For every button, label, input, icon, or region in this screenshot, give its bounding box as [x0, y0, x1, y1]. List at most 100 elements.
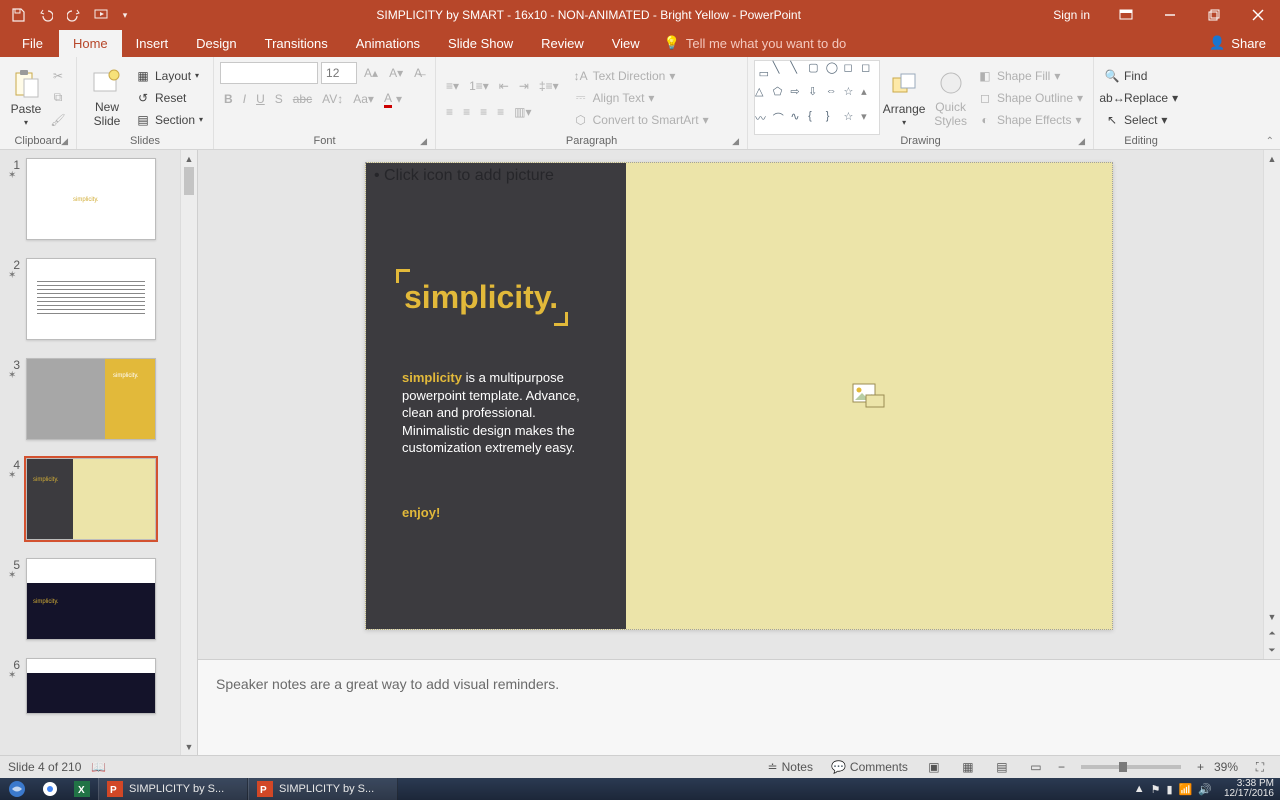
clear-formatting-button[interactable]: A̶ — [410, 62, 426, 84]
font-family-input[interactable] — [220, 62, 318, 84]
tab-view[interactable]: View — [598, 30, 654, 57]
insert-picture-icon[interactable] — [852, 383, 886, 409]
editor-scrollbar[interactable]: ▲ ▼ ⏶ ⏷ — [1263, 150, 1280, 659]
zoom-out-button[interactable]: − — [1058, 760, 1065, 774]
dialog-launcher-icon[interactable]: ◢ — [420, 136, 427, 147]
increase-indent-button[interactable]: ⇥ — [515, 75, 533, 97]
scroll-down-icon[interactable]: ▼ — [1264, 608, 1280, 625]
scroll-up-icon[interactable]: ▲ — [1264, 150, 1280, 167]
taskbar-app-2[interactable]: PSIMPLICITY by S... — [248, 778, 398, 800]
dialog-launcher-icon[interactable]: ◢ — [732, 136, 739, 147]
section-button[interactable]: ▤Section ▾ — [131, 109, 207, 131]
thumbnail-4[interactable]: 4✶ simplicity. — [8, 458, 193, 540]
cut-button[interactable]: ✂ — [46, 65, 70, 87]
shape-fill-button[interactable]: ◧Shape Fill ▾ — [973, 65, 1087, 87]
tab-insert[interactable]: Insert — [122, 30, 183, 57]
qat-customize-icon[interactable]: ▾ — [118, 3, 132, 27]
line-spacing-button[interactable]: ‡≡▾ — [535, 75, 563, 97]
char-spacing-button[interactable]: AV↕ — [318, 88, 347, 110]
underline-button[interactable]: U — [252, 88, 269, 110]
dialog-launcher-icon[interactable]: ◢ — [61, 136, 68, 147]
taskbar-excel-icon[interactable]: X — [66, 778, 98, 800]
convert-smartart-button[interactable]: ⬡Convert to SmartArt ▾ — [569, 109, 713, 131]
picture-placeholder[interactable] — [626, 163, 1112, 629]
slide-body-text[interactable]: simplicity is a multipurpose powerpoint … — [402, 369, 602, 457]
slide-counter[interactable]: Slide 4 of 210 — [8, 760, 81, 774]
fit-to-window-icon[interactable]: ⛶ — [1248, 758, 1272, 776]
dialog-launcher-icon[interactable]: ◢ — [1078, 136, 1085, 147]
tab-slideshow[interactable]: Slide Show — [434, 30, 527, 57]
notes-pane[interactable]: Speaker notes are a great way to add vis… — [198, 659, 1280, 755]
thumbnail-1[interactable]: 1✶ simplicity. — [8, 158, 193, 240]
align-left-button[interactable]: ≡ — [442, 101, 457, 123]
shape-outline-button[interactable]: ◻Shape Outline ▾ — [973, 87, 1087, 109]
scroll-up-icon[interactable]: ▲ — [181, 150, 197, 167]
zoom-slider[interactable] — [1081, 765, 1181, 769]
replace-button[interactable]: ab↔Replace ▾ — [1100, 87, 1182, 109]
save-icon[interactable] — [6, 3, 30, 27]
slideshow-view-icon[interactable]: ▭ — [1024, 758, 1048, 776]
tab-home[interactable]: Home — [59, 30, 122, 57]
sign-in-button[interactable]: Sign in — [1039, 0, 1104, 30]
collapse-ribbon-icon[interactable]: ⌃ — [1266, 136, 1274, 147]
tray-action-center-icon[interactable]: ⚑ — [1151, 783, 1161, 796]
font-color-button[interactable]: A▾ — [380, 88, 406, 110]
start-button[interactable] — [0, 778, 34, 800]
find-button[interactable]: 🔍Find — [1100, 65, 1182, 87]
zoom-slider-thumb[interactable] — [1119, 762, 1127, 772]
select-button[interactable]: ↖Select ▾ — [1100, 109, 1182, 131]
justify-button[interactable]: ≡ — [493, 101, 508, 123]
prev-slide-icon[interactable]: ⏶ — [1264, 625, 1280, 642]
italic-button[interactable]: I — [239, 88, 250, 110]
arrange-button[interactable]: Arrange▾ — [880, 60, 928, 135]
new-slide-button[interactable]: New Slide — [83, 60, 131, 135]
thumbnail-3[interactable]: 3✶ simplicity. — [8, 358, 193, 440]
comments-toggle[interactable]: 💬 Comments — [827, 756, 912, 778]
redo-icon[interactable] — [62, 3, 86, 27]
tell-me-search[interactable]: 💡 Tell me what you want to do — [654, 29, 857, 57]
next-slide-icon[interactable]: ⏷ — [1264, 642, 1280, 659]
taskbar-chrome-icon[interactable] — [34, 778, 66, 800]
thumbnail-scrollbar[interactable]: ▲ ▼ — [180, 150, 197, 755]
restore-button[interactable] — [1192, 0, 1236, 30]
share-button[interactable]: 👤 Share — [1195, 29, 1280, 57]
undo-icon[interactable] — [34, 3, 58, 27]
thumbnail-5[interactable]: 5✶ simplicity. — [8, 558, 193, 640]
zoom-in-button[interactable]: + — [1197, 760, 1204, 774]
zoom-level[interactable]: 39% — [1214, 760, 1238, 774]
close-button[interactable] — [1236, 0, 1280, 30]
shape-effects-button[interactable]: ◐Shape Effects ▾ — [973, 109, 1087, 131]
align-right-button[interactable]: ≡ — [476, 101, 491, 123]
tray-up-icon[interactable]: ▲ — [1134, 783, 1145, 795]
shadow-button[interactable]: S — [271, 88, 287, 110]
start-from-beginning-icon[interactable] — [90, 3, 114, 27]
slide-sorter-icon[interactable]: ▦ — [956, 758, 980, 776]
thumbnail-6[interactable]: 6✶ — [8, 658, 193, 714]
quick-styles-button[interactable]: Quick Styles — [928, 60, 973, 135]
taskbar-clock[interactable]: 3:38 PM 12/17/2016 — [1218, 779, 1274, 799]
shapes-gallery[interactable]: ▭╲╲▢◯◻◻ △⬠⇨⇩⇔☆▴ 〰⌒∿{}☆▾ — [754, 60, 880, 135]
spellcheck-icon[interactable]: 📖 — [91, 760, 106, 774]
scroll-down-icon[interactable]: ▼ — [181, 738, 197, 755]
decrease-font-button[interactable]: A▾ — [385, 62, 407, 84]
tab-animations[interactable]: Animations — [342, 30, 434, 57]
tray-volume-icon[interactable]: 🔊 — [1198, 783, 1212, 796]
slide-canvas[interactable]: • Click icon to add picture simplicity. … — [365, 162, 1113, 630]
bold-button[interactable]: B — [220, 88, 237, 110]
align-center-button[interactable]: ≡ — [459, 101, 474, 123]
strikethrough-button[interactable]: abc — [289, 88, 316, 110]
tab-review[interactable]: Review — [527, 30, 598, 57]
tray-battery-icon[interactable]: ▮ — [1166, 783, 1172, 796]
thumbnail-pane[interactable]: 1✶ simplicity. 2✶ 3✶ simplicity. 4✶ simp… — [0, 150, 198, 755]
scroll-thumb[interactable] — [184, 167, 194, 195]
thumbnail-2[interactable]: 2✶ — [8, 258, 193, 340]
bullets-button[interactable]: ≡▾ — [442, 75, 463, 97]
reading-view-icon[interactable]: ▤ — [990, 758, 1014, 776]
increase-font-button[interactable]: A▴ — [360, 62, 382, 84]
numbering-button[interactable]: 1≡▾ — [465, 75, 493, 97]
layout-button[interactable]: ▦Layout ▾ — [131, 65, 207, 87]
paste-button[interactable]: Paste ▾ — [6, 60, 46, 135]
tab-transitions[interactable]: Transitions — [251, 30, 342, 57]
format-painter-button[interactable]: 🖌 — [46, 109, 70, 131]
change-case-button[interactable]: Aa▾ — [349, 88, 378, 110]
